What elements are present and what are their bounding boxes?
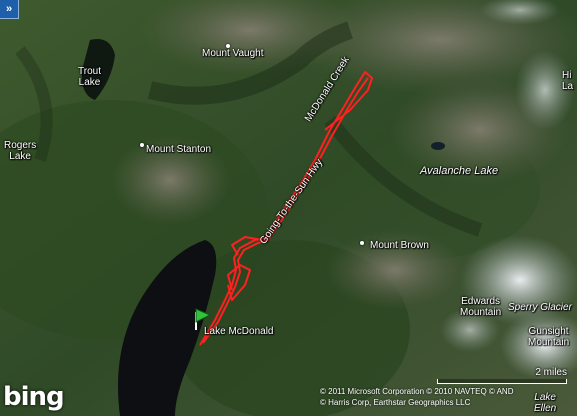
label-mount-brown: Mount Brown	[370, 240, 429, 251]
label-trout-lake: Trout Lake	[78, 66, 101, 88]
scale-bar-graphic	[437, 379, 567, 384]
peak-marker-mount-stanton	[140, 143, 144, 147]
expand-panel-button[interactable]: »	[0, 0, 19, 19]
bing-logo: bing	[3, 382, 65, 412]
label-sperry-glacier: Sperry Glacier	[508, 302, 572, 313]
label-lake-mcdonald: Lake McDonald	[204, 326, 274, 337]
peak-marker-mount-brown	[360, 241, 364, 245]
label-mount-stanton: Mount Stanton	[146, 144, 212, 155]
copyright-line-2: © Harris Corp, Earthstar Geographics LLC	[320, 398, 471, 407]
label-mount-vaught: Mount Vaught	[202, 48, 264, 59]
label-rogers-lake: Rogers Lake	[4, 140, 37, 162]
label-gunsight-mountain: Gunsight Mountain	[528, 326, 570, 348]
copyright-line-1: © 2011 Microsoft Corporation © 2010 NAVT…	[320, 387, 514, 396]
scale-bar: 2 miles	[437, 367, 567, 384]
copyright-notice: © 2011 Microsoft Corporation © 2010 NAVT…	[320, 386, 570, 408]
map-view[interactable]: Trout Lake Mount Vaught Rogers Lake Mount …	[0, 0, 577, 416]
label-avalanche-lake: Avalanche Lake	[420, 165, 499, 177]
label-edge-truncated: Hi La	[562, 70, 574, 92]
scale-label: 2 miles	[535, 367, 567, 378]
label-edwards-mountain: Edwards Mountain	[460, 296, 502, 318]
avalanche-lake-water	[431, 142, 445, 150]
